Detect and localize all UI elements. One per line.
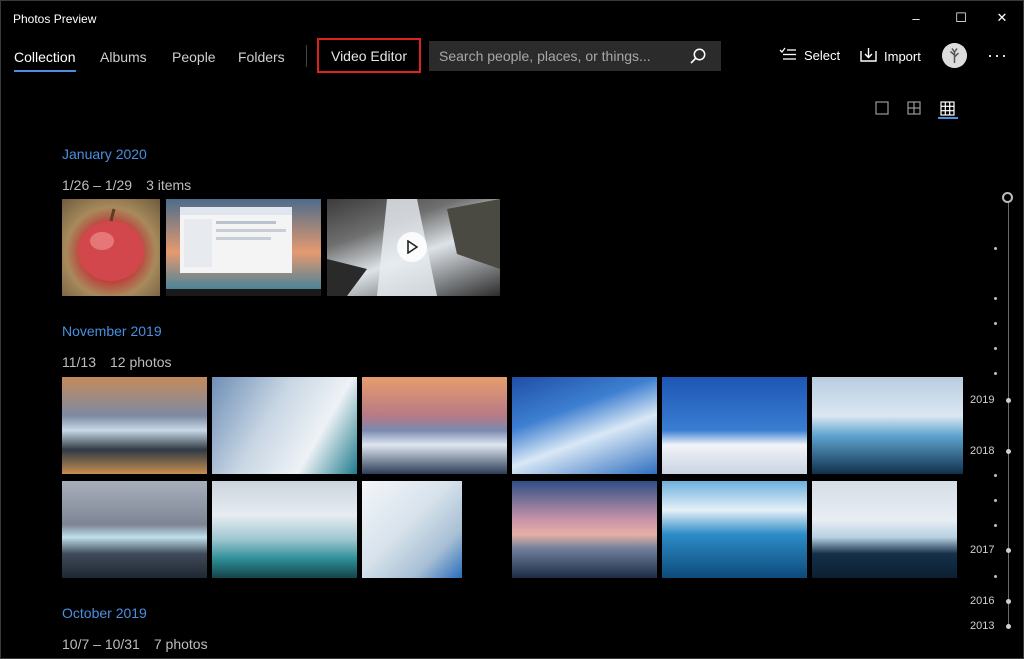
small-grid-icon xyxy=(939,100,955,116)
timeline-year-marker xyxy=(1006,449,1011,454)
date-range: 11/13 xyxy=(62,354,96,370)
photo-thumbnail-screenshot[interactable] xyxy=(166,199,321,296)
close-button[interactable]: ✕ xyxy=(979,1,1023,35)
date-group-header: 10/7 – 10/31 7 photos xyxy=(62,636,208,652)
photo-thumbnail-iceberg[interactable] xyxy=(212,377,357,474)
nav-divider xyxy=(306,45,307,67)
search-input[interactable] xyxy=(439,41,679,71)
select-button[interactable]: Select xyxy=(779,47,840,64)
medium-grid-view-button[interactable] xyxy=(905,99,923,117)
photo-thumbnail-iceberg[interactable] xyxy=(512,377,657,474)
avatar-leaf-icon xyxy=(942,43,967,68)
date-range: 10/7 – 10/31 xyxy=(62,636,140,652)
timeline-tick xyxy=(994,322,997,325)
timeline-year[interactable]: 2018 xyxy=(970,445,994,457)
apple-photo xyxy=(78,208,144,281)
date-group-header: 11/13 12 photos xyxy=(62,354,172,370)
more-options-button[interactable]: ··· xyxy=(987,45,1008,66)
account-avatar[interactable] xyxy=(942,43,967,68)
search-icon[interactable] xyxy=(689,47,707,65)
minimize-button[interactable]: – xyxy=(893,1,939,35)
item-count: 12 photos xyxy=(110,354,172,370)
maximize-icon: ☐ xyxy=(955,10,967,25)
search-box[interactable] xyxy=(429,41,721,71)
timeline-tick xyxy=(994,524,997,527)
active-tab-indicator xyxy=(14,70,76,72)
month-heading[interactable]: November 2019 xyxy=(62,323,162,339)
active-view-indicator xyxy=(938,117,958,119)
small-grid-view-button[interactable] xyxy=(938,99,956,117)
item-count: 7 photos xyxy=(153,636,208,652)
date-range: 1/26 – 1/29 xyxy=(62,177,133,193)
photo-thumbnail-iceberg[interactable] xyxy=(662,377,807,474)
import-label: Import xyxy=(884,48,921,64)
timeline-year[interactable]: 2019 xyxy=(970,394,994,406)
minimize-icon: – xyxy=(912,10,920,26)
timeline-year[interactable]: 2016 xyxy=(970,595,994,607)
photo-thumbnail-iceberg[interactable] xyxy=(212,481,357,578)
photo-thumbnail-iceberg[interactable] xyxy=(62,377,207,474)
photo-thumbnail-apple[interactable] xyxy=(62,199,160,296)
photo-thumbnail-iceberg[interactable] xyxy=(362,481,462,578)
timeline-year-marker xyxy=(1006,548,1011,553)
desktop-screenshot xyxy=(166,207,321,296)
tab-albums[interactable]: Albums xyxy=(100,49,147,65)
import-button[interactable]: Import xyxy=(860,47,921,65)
photo-thumbnail-iceberg[interactable] xyxy=(512,481,657,578)
timeline-year[interactable]: 2013 xyxy=(970,620,994,632)
tab-people[interactable]: People xyxy=(172,49,216,65)
timeline-tick xyxy=(994,499,997,502)
timeline-tick xyxy=(994,575,997,578)
timeline-tick xyxy=(994,247,997,250)
timeline-year-marker xyxy=(1006,398,1011,403)
photo-thumbnail-iceberg[interactable] xyxy=(362,377,507,474)
tab-folders[interactable]: Folders xyxy=(238,49,285,65)
timeline-tick xyxy=(994,372,997,375)
maximize-button[interactable]: ☐ xyxy=(938,1,984,35)
timeline-year-marker xyxy=(1006,599,1011,604)
timeline-tick xyxy=(994,474,997,477)
photo-thumbnail-iceberg[interactable] xyxy=(62,481,207,578)
month-heading[interactable]: October 2019 xyxy=(62,605,147,621)
photo-thumbnail-iceberg[interactable] xyxy=(812,481,957,578)
play-icon xyxy=(407,240,418,254)
timeline-tick xyxy=(994,347,997,350)
photo-thumbnail-iceberg[interactable] xyxy=(812,377,963,474)
date-group-header: 1/26 – 1/29 3 items xyxy=(62,177,191,193)
timeline-year[interactable]: 2017 xyxy=(970,544,994,556)
video-editor-button[interactable]: Video Editor xyxy=(317,38,421,73)
item-count: 3 items xyxy=(146,177,192,193)
close-icon: ✕ xyxy=(996,10,1008,25)
photo-thumbnail-iceberg[interactable] xyxy=(662,481,807,578)
select-list-icon xyxy=(779,47,797,64)
select-label: Select xyxy=(804,48,841,63)
import-icon xyxy=(860,47,877,65)
timeline-handle[interactable] xyxy=(1002,192,1013,203)
medium-grid-icon xyxy=(907,101,921,115)
timeline-tick xyxy=(994,297,997,300)
single-view-icon xyxy=(875,101,889,115)
timeline-year-marker xyxy=(1006,624,1011,629)
timeline-track[interactable] xyxy=(1008,199,1009,627)
tab-collection[interactable]: Collection xyxy=(14,49,75,65)
video-thumbnail-waterfall[interactable] xyxy=(327,199,500,296)
single-view-button[interactable] xyxy=(873,99,891,117)
photos-app-window: Photos Preview – ☐ ✕ Collection Albums P… xyxy=(0,0,1024,659)
month-heading[interactable]: January 2020 xyxy=(62,146,147,162)
title-bar: Photos Preview – ☐ ✕ xyxy=(1,1,1023,35)
play-button[interactable] xyxy=(397,232,427,262)
app-title: Photos Preview xyxy=(13,12,97,26)
